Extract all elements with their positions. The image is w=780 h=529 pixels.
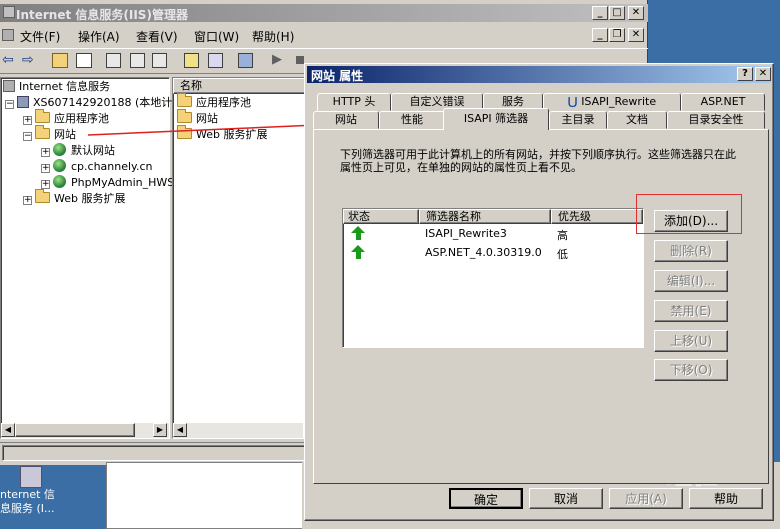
tab-website[interactable]: 网站 [313, 111, 379, 129]
filters-list[interactable]: 状态 筛选器名称 优先级 ISAPI_Rewrite3 高 ASP.NET_4.… [342, 208, 644, 348]
tab-label: 服务 [502, 95, 524, 108]
tab-documents[interactable]: 文档 [607, 111, 667, 129]
move-up-button[interactable]: 上移(U) [654, 330, 728, 352]
dialog-help-button[interactable]: ? [737, 67, 753, 81]
column-label: 优先级 [558, 210, 591, 223]
dialog-title-bar[interactable]: 网站 属性 ? ✕ [307, 66, 771, 83]
table-row[interactable]: ISAPI_Rewrite3 高 [343, 225, 641, 243]
tab-page: 下列筛选器可用于此计算机上的所有网站，并按下列顺序执行。这些筛选器只在此属性页上… [313, 129, 769, 484]
filter-name: ISAPI_Rewrite3 [425, 227, 507, 240]
disable-button[interactable]: 禁用(E) [654, 300, 728, 322]
column-header-name[interactable]: 筛选器名称 [419, 209, 551, 224]
tab-label: 目录安全性 [688, 113, 744, 126]
tab-label: 性能 [401, 113, 423, 126]
edit-button[interactable]: 编辑(I)... [654, 270, 728, 292]
filter-priority: 低 [557, 248, 568, 261]
cancel-button[interactable]: 取消 [529, 488, 603, 509]
table-row[interactable]: ASP.NET_4.0.30319.0 低 [343, 244, 641, 262]
tab-label: ASP.NET [700, 95, 746, 108]
properties-dialog: 网站 属性 ? ✕ HTTP 头 自定义错误 服务 ⋃ ISAPI_Rewrite… [304, 63, 774, 521]
tab-label: 文档 [626, 113, 648, 126]
tab-label: 自定义错误 [409, 95, 465, 108]
highlight-box [636, 194, 742, 234]
tab-label: 主目录 [561, 113, 595, 126]
status-loaded-icon [351, 245, 365, 261]
tab-isapi-filters[interactable]: ISAPI 筛选器 [443, 108, 549, 130]
tab-isapi-rewrite[interactable]: ⋃ ISAPI_Rewrite [543, 93, 681, 111]
tab-aspnet[interactable]: ASP.NET [681, 93, 765, 111]
tab-http-headers[interactable]: HTTP 头 [317, 93, 391, 111]
filter-name: ASP.NET_4.0.30319.0 [425, 246, 542, 259]
move-down-button[interactable]: 下移(O) [654, 359, 728, 381]
column-label: 状态 [348, 210, 370, 223]
tab-label: 网站 [335, 113, 357, 126]
ok-button[interactable]: 确定 [449, 488, 523, 509]
filters-description: 下列筛选器可用于此计算机上的所有网站，并按下列顺序执行。这些筛选器只在此属性页上… [340, 148, 736, 174]
dialog-title: 网站 属性 [311, 69, 364, 83]
rewrite-icon: ⋃ [567, 95, 578, 108]
tab-label: ISAPI_Rewrite [581, 95, 657, 108]
column-label: 筛选器名称 [426, 210, 481, 223]
tab-performance[interactable]: 性能 [379, 111, 445, 129]
tab-label: ISAPI 筛选器 [463, 112, 529, 125]
column-header-priority[interactable]: 优先级 [551, 209, 643, 224]
tab-home-directory[interactable]: 主目录 [549, 111, 607, 129]
filter-priority: 高 [557, 229, 568, 242]
delete-button[interactable]: 删除(R) [654, 240, 728, 262]
dialog-close-button[interactable]: ✕ [755, 67, 771, 81]
tab-label: HTTP 头 [332, 95, 376, 108]
column-header-status[interactable]: 状态 [343, 209, 419, 224]
tab-directory-security[interactable]: 目录安全性 [667, 111, 765, 129]
status-loaded-icon [351, 226, 365, 242]
